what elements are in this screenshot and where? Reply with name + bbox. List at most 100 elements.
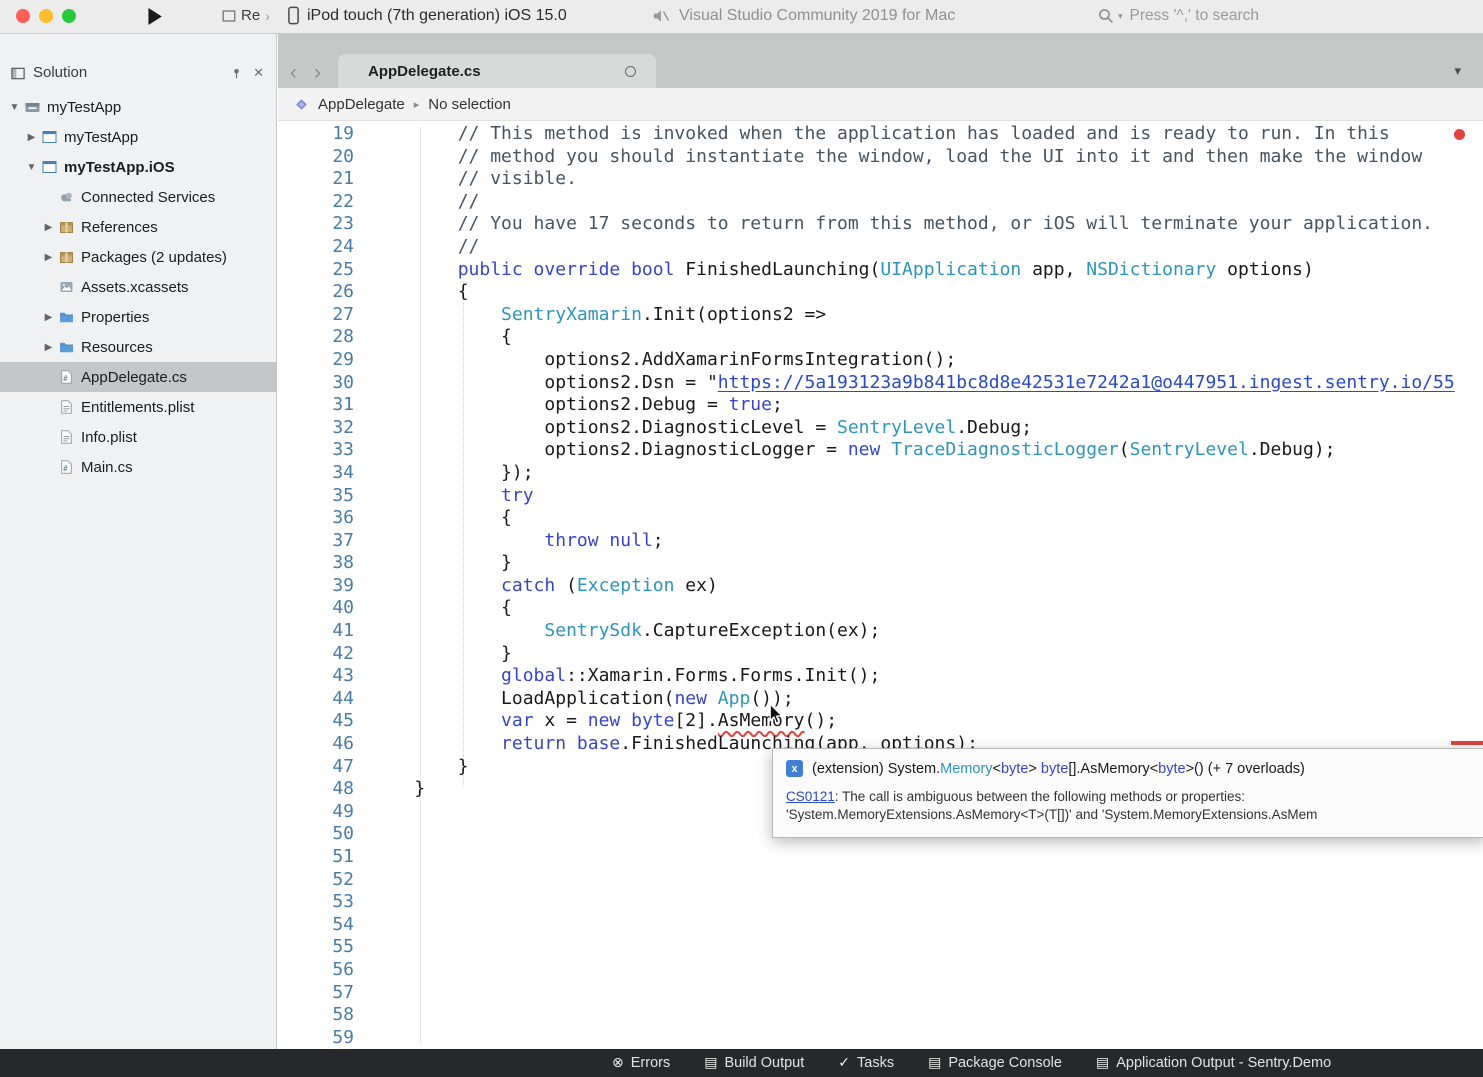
- search-field[interactable]: ▾ Press '^,' to search: [1098, 7, 1259, 25]
- device-selector[interactable]: iPod touch (7th generation) iOS 15.0: [288, 6, 567, 25]
- code-line-40[interactable]: 40 {: [278, 597, 1483, 620]
- statusbar-label: Build Output: [724, 1055, 804, 1071]
- sidebar-item-label: myTestApp: [47, 99, 121, 116]
- code-line-34[interactable]: 34 });: [278, 462, 1483, 485]
- sidebar-item-appdelegate-cs[interactable]: #AppDelegate.cs: [0, 362, 276, 392]
- code-text: global::Xamarin.Forms.Forms.Init();: [354, 665, 880, 688]
- chevron-expanded-icon[interactable]: ▼: [23, 162, 40, 173]
- line-number: 33: [278, 439, 354, 462]
- code-line-33[interactable]: 33 options2.DiagnosticLogger = new Trace…: [278, 439, 1483, 462]
- code-line-20[interactable]: 20 // method you should instantiate the …: [278, 146, 1483, 169]
- error-code-link[interactable]: CS0121: [786, 789, 835, 804]
- code-line-56[interactable]: 56: [278, 959, 1483, 982]
- code-text: {: [354, 597, 512, 620]
- build-configuration-selector[interactable]: Re ›: [222, 7, 270, 24]
- code-line-21[interactable]: 21 // visible.: [278, 168, 1483, 191]
- code-line-55[interactable]: 55: [278, 936, 1483, 959]
- sidebar-item-label: Assets.xcassets: [81, 279, 189, 296]
- code-line-28[interactable]: 28 {: [278, 326, 1483, 349]
- statusbar-tasks[interactable]: ✓Tasks: [838, 1055, 894, 1071]
- code-line-38[interactable]: 38 }: [278, 552, 1483, 575]
- line-number: 43: [278, 665, 354, 688]
- line-number: 19: [278, 123, 354, 146]
- code-line-53[interactable]: 53: [278, 891, 1483, 914]
- chevron-collapsed-icon[interactable]: ▶: [40, 312, 57, 323]
- statusbar-build-output[interactable]: ▤Build Output: [704, 1055, 804, 1071]
- code-line-26[interactable]: 26 {: [278, 281, 1483, 304]
- sidebar-item-mytestapp-ios[interactable]: ▼myTestApp.iOS: [0, 152, 276, 182]
- code-line-41[interactable]: 41 SentrySdk.CaptureException(ex);: [278, 620, 1483, 643]
- minimize-window-button[interactable]: [39, 9, 53, 23]
- search-placeholder: Press '^,' to search: [1130, 7, 1260, 25]
- sidebar-item-properties[interactable]: ▶Properties: [0, 302, 276, 332]
- search-icon: [1098, 8, 1114, 24]
- code-line-31[interactable]: 31 options2.Debug = true;: [278, 394, 1483, 417]
- code-text: {: [354, 326, 512, 349]
- sidebar-item-label: References: [81, 219, 158, 236]
- window-title-label: Visual Studio Community 2019 for Mac: [679, 7, 955, 25]
- code-line-52[interactable]: 52: [278, 869, 1483, 892]
- code-line-19[interactable]: 19 // This method is invoked when the ap…: [278, 123, 1483, 146]
- chevron-expanded-icon[interactable]: ▼: [6, 102, 23, 113]
- code-line-42[interactable]: 42 }: [278, 643, 1483, 666]
- code-line-44[interactable]: 44 LoadApplication(new App());: [278, 688, 1483, 711]
- statusbar-package-console[interactable]: ▤Package Console: [928, 1055, 1062, 1071]
- close-window-button[interactable]: [16, 9, 30, 23]
- sidebar-item-info-plist[interactable]: Info.plist: [0, 422, 276, 452]
- pin-panel-icon[interactable]: [230, 66, 243, 81]
- sidebar-item-assets-xcassets[interactable]: Assets.xcassets: [0, 272, 276, 302]
- code-line-45[interactable]: 45 var x = new byte[2].AsMemory();: [278, 710, 1483, 733]
- close-panel-icon[interactable]: ✕: [253, 65, 264, 81]
- signature-text: (extension) System.Memory<byte> byte[].A…: [812, 761, 1305, 777]
- sidebar-item-packages-2-updates[interactable]: ▶Packages (2 updates): [0, 242, 276, 272]
- sidebar-item-connected-services[interactable]: Connected Services: [0, 182, 276, 212]
- code-line-27[interactable]: 27 SentryXamarin.Init(options2 =>: [278, 304, 1483, 327]
- line-number: 58: [278, 1004, 354, 1027]
- sidebar-item-mytestapp[interactable]: ▶myTestApp: [0, 122, 276, 152]
- statusbar-errors[interactable]: ⊗Errors: [612, 1055, 670, 1071]
- code-line-54[interactable]: 54: [278, 914, 1483, 937]
- code-editor[interactable]: 19 // This method is invoked when the ap…: [278, 121, 1483, 1049]
- sidebar-item-entitlements-plist[interactable]: Entitlements.plist: [0, 392, 276, 422]
- code-line-35[interactable]: 35 try: [278, 485, 1483, 508]
- plist-icon: [58, 399, 75, 415]
- chevron-collapsed-icon[interactable]: ▶: [40, 342, 57, 353]
- code-line-24[interactable]: 24 //: [278, 236, 1483, 259]
- code-line-25[interactable]: 25 public override bool FinishedLaunchin…: [278, 259, 1483, 282]
- code-line-36[interactable]: 36 {: [278, 507, 1483, 530]
- navigate-back-button[interactable]: ‹: [290, 62, 297, 83]
- code-line-39[interactable]: 39 catch (Exception ex): [278, 575, 1483, 598]
- tab-list-dropdown[interactable]: ▾: [1454, 63, 1461, 79]
- code-line-57[interactable]: 57: [278, 982, 1483, 1005]
- code-line-58[interactable]: 58: [278, 1004, 1483, 1027]
- code-line-59[interactable]: 59: [278, 1027, 1483, 1049]
- breadcrumb-member[interactable]: No selection: [428, 96, 511, 113]
- statusbar-application-output[interactable]: ▤ Application Output - Sentry.Demo: [1096, 1055, 1331, 1071]
- code-line-22[interactable]: 22 //: [278, 191, 1483, 214]
- application-output-icon: ▤: [1096, 1055, 1109, 1071]
- run-button[interactable]: [147, 8, 162, 25]
- code-line-30[interactable]: 30 options2.Dsn = "https://5a193123a9b84…: [278, 372, 1483, 395]
- sidebar-item-references[interactable]: ▶ References: [0, 212, 276, 242]
- sidebar-item-main-cs[interactable]: #Main.cs: [0, 452, 276, 482]
- code-line-32[interactable]: 32 options2.DiagnosticLevel = SentryLeve…: [278, 417, 1483, 440]
- sidebar-item-resources[interactable]: ▶Resources: [0, 332, 276, 362]
- tab-label: AppDelegate.cs: [368, 63, 481, 80]
- statusbar-label: Application Output - Sentry.Demo: [1116, 1055, 1331, 1071]
- code-text: options2.DiagnosticLevel = SentryLevel.D…: [354, 417, 1032, 440]
- code-line-51[interactable]: 51: [278, 846, 1483, 869]
- tab-appdelegate[interactable]: AppDelegate.cs: [338, 54, 656, 88]
- chevron-down-icon: ▾: [1118, 11, 1123, 22]
- chevron-collapsed-icon[interactable]: ▶: [40, 252, 57, 263]
- code-line-37[interactable]: 37 throw null;: [278, 530, 1483, 553]
- chevron-collapsed-icon[interactable]: ▶: [23, 132, 40, 143]
- code-line-23[interactable]: 23 // You have 17 seconds to return from…: [278, 213, 1483, 236]
- code-line-29[interactable]: 29 options2.AddXamarinFormsIntegration()…: [278, 349, 1483, 372]
- breadcrumb-scope[interactable]: AppDelegate: [318, 96, 405, 113]
- sidebar-item-mytestapp[interactable]: ▼ myTestApp: [0, 92, 276, 122]
- chevron-collapsed-icon[interactable]: ▶: [40, 222, 57, 233]
- navigate-forward-button[interactable]: ›: [314, 62, 321, 83]
- zoom-window-button[interactable]: [62, 9, 76, 23]
- line-number: 41: [278, 620, 354, 643]
- code-line-43[interactable]: 43 global::Xamarin.Forms.Forms.Init();: [278, 665, 1483, 688]
